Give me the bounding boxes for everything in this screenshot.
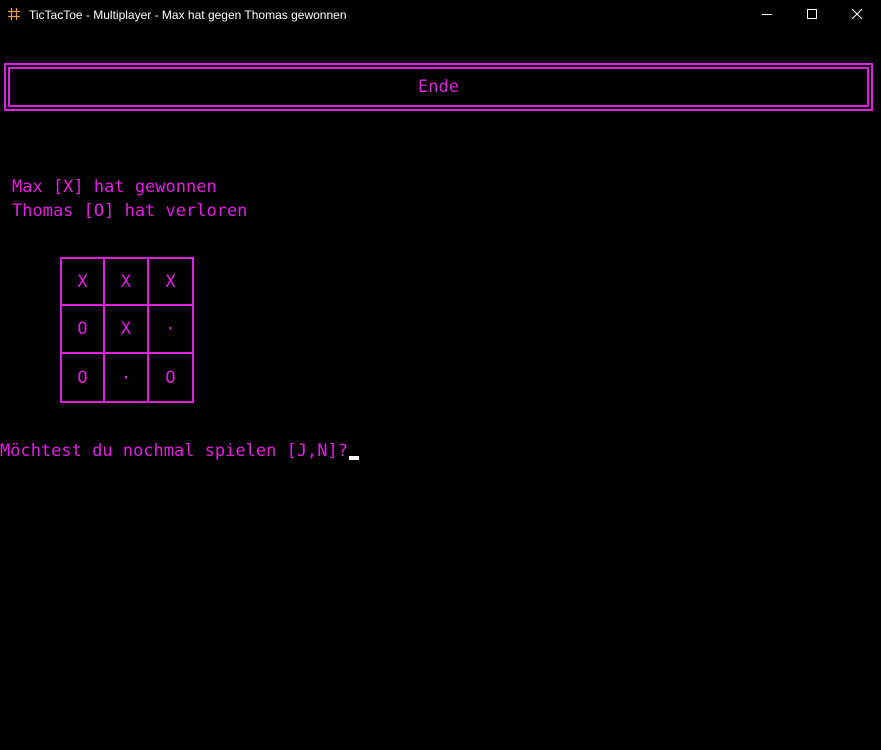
header-label: Ende	[418, 77, 459, 97]
board-cell: X	[105, 306, 149, 354]
maximize-icon	[807, 8, 817, 22]
header-banner: Ende	[4, 63, 873, 111]
title-bar: TicTacToe - Multiplayer - Max hat gegen …	[0, 0, 881, 30]
header-inner-frame: Ende	[8, 67, 869, 107]
board-cell: ·	[149, 306, 192, 354]
board-cell: O	[62, 354, 105, 401]
board-cell: X	[62, 259, 105, 306]
replay-prompt[interactable]: Möchtest du nochmal spielen [J,N]?	[0, 440, 359, 462]
winner-message: Max [X] hat gewonnen	[12, 177, 217, 197]
text-cursor	[349, 456, 359, 460]
minimize-button[interactable]	[744, 0, 790, 30]
loser-message: Thomas [O] hat verloren	[12, 201, 248, 221]
board-cell: O	[165, 367, 176, 388]
board-cell: X	[105, 259, 149, 306]
hash-grid-icon	[7, 7, 21, 21]
close-icon	[851, 8, 863, 22]
close-button[interactable]	[834, 0, 880, 30]
maximize-button[interactable]	[789, 0, 835, 30]
minimize-icon	[762, 8, 772, 22]
replay-prompt-text: Möchtest du nochmal spielen [J,N]?	[0, 441, 348, 461]
board-cell: X	[149, 259, 192, 306]
game-board: X X X O X · O · O	[60, 257, 194, 403]
window-title: TicTacToe - Multiplayer - Max hat gegen …	[29, 8, 347, 22]
board-cell: O	[62, 306, 105, 354]
board-cell: ·	[105, 354, 149, 401]
